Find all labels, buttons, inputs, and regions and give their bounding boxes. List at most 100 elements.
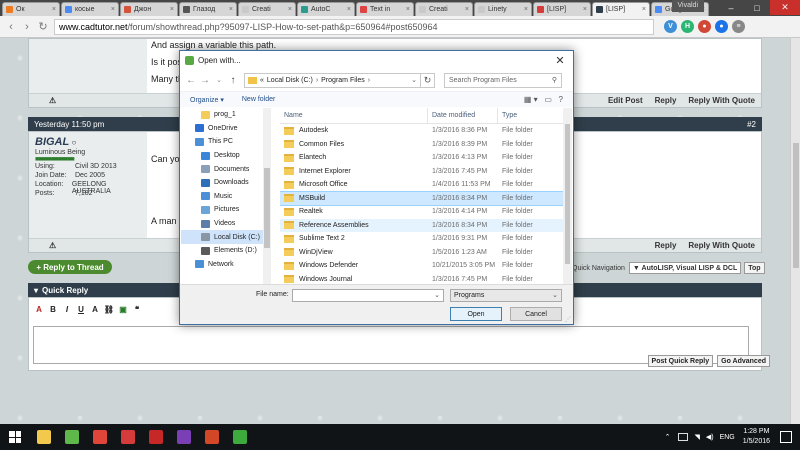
collapse-icon[interactable]: ▾: [34, 286, 38, 295]
nav-item-music[interactable]: Music: [181, 190, 271, 204]
refresh-icon[interactable]: ↻: [421, 72, 435, 88]
close-tab-icon[interactable]: ×: [581, 6, 587, 13]
browser-tab[interactable]: [LISP] ×: [592, 2, 650, 16]
list-item[interactable]: Realtek 1/3/2016 4:14 PM File folder: [280, 205, 565, 219]
organize-menu[interactable]: Organize ▾: [190, 96, 224, 104]
presentation-icon[interactable]: [198, 424, 226, 450]
nav-item-elements-d[interactable]: Elements (D:): [181, 244, 271, 258]
chevron-down-icon[interactable]: ⌄: [212, 76, 226, 84]
start-button[interactable]: [0, 424, 30, 450]
cancel-button[interactable]: Cancel: [510, 307, 562, 321]
list-item[interactable]: Internet Explorer 1/3/2016 7:45 PM File fo…: [280, 165, 565, 179]
close-tab-icon[interactable]: ×: [463, 6, 469, 13]
nav-item-videos[interactable]: Videos: [181, 217, 271, 231]
list-item[interactable]: Sublime Text 2 1/3/2016 9:31 PM File folde…: [280, 232, 565, 246]
new-folder-button[interactable]: New folder: [242, 96, 275, 103]
nav-item-this-pc[interactable]: This PC: [181, 135, 271, 149]
forward-arrow-icon[interactable]: →: [198, 75, 212, 86]
list-item[interactable]: Windows Journal 1/3/2016 7:45 PM File fold…: [280, 273, 565, 285]
list-item[interactable]: Common Files 1/3/2016 8:39 PM File folder: [280, 138, 565, 152]
close-tab-icon[interactable]: ×: [345, 6, 351, 13]
forward-arrow-icon[interactable]: ›: [20, 20, 34, 34]
close-tab-icon[interactable]: ×: [168, 6, 174, 13]
list-item[interactable]: Windows Defender 10/21/2015 3:05 PM File f…: [280, 259, 565, 273]
nav-item-pictures[interactable]: Pictures: [181, 203, 271, 217]
extension-h-icon[interactable]: H: [681, 20, 694, 33]
reply-with-quote-button[interactable]: Reply With Quote: [688, 96, 755, 105]
quick-reply-textarea[interactable]: [33, 326, 749, 364]
scrollbar-thumb[interactable]: [565, 124, 570, 264]
browser-tab[interactable]: косые ×: [61, 2, 119, 16]
top-button[interactable]: Top: [744, 262, 765, 274]
close-icon[interactable]: ✕: [552, 54, 568, 67]
forum-select[interactable]: ▼ AutoLISP, Visual LISP & DCL: [628, 262, 742, 274]
open-button[interactable]: Open: [450, 307, 502, 321]
nav-item-prog-1[interactable]: prog_1: [181, 108, 271, 122]
browser-tab[interactable]: Ок ×: [2, 2, 60, 16]
list-item[interactable]: Elantech 1/3/2016 4:13 PM File folder: [280, 151, 565, 165]
list-item[interactable]: Reference Assemblies 1/3/2016 8:34 PM File…: [280, 218, 565, 232]
column-date-modified[interactable]: Date modified: [428, 108, 498, 124]
show-hidden-icons-icon[interactable]: ⌃: [665, 433, 671, 441]
close-tab-icon[interactable]: ×: [522, 6, 528, 13]
close-tab-icon[interactable]: ×: [404, 6, 410, 13]
browser-tab[interactable]: Text in ×: [356, 2, 414, 16]
view-options-icon[interactable]: ▦ ▾ ▭ ?: [524, 95, 563, 104]
browser-tab[interactable]: Джон ×: [120, 2, 178, 16]
close-tab-icon[interactable]: ×: [286, 6, 292, 13]
font-icon[interactable]: A: [33, 303, 45, 315]
reload-icon[interactable]: ↻: [36, 20, 50, 34]
url-field[interactable]: www.cadtutor.net /forum/showthread.php?9…: [54, 18, 654, 35]
column-name[interactable]: Name: [280, 108, 428, 124]
edit-post-button[interactable]: Edit Post: [608, 96, 643, 105]
nav-item-downloads[interactable]: Downloads: [181, 176, 271, 190]
close-tab-icon[interactable]: ×: [50, 6, 56, 13]
close-tab-icon[interactable]: ×: [640, 6, 646, 13]
link-icon[interactable]: ⛓: [103, 303, 115, 315]
up-arrow-icon[interactable]: ↑: [226, 75, 240, 86]
reply-to-thread-button[interactable]: + Reply to Thread: [28, 260, 112, 274]
breadcrumb-program-files[interactable]: Program Files: [321, 77, 365, 84]
post-quick-reply-button[interactable]: Post Quick Reply: [647, 355, 714, 367]
file-list-scrollbar[interactable]: [563, 108, 572, 284]
close-tab-icon[interactable]: ×: [227, 6, 233, 13]
nav-item-network[interactable]: Network: [181, 258, 271, 272]
underline-icon[interactable]: U: [75, 303, 87, 315]
file-name-input[interactable]: ⌄: [292, 289, 444, 302]
battery-icon[interactable]: [678, 433, 689, 441]
close-tab-icon[interactable]: ×: [109, 6, 115, 13]
report-warning-icon[interactable]: ⚠: [49, 96, 56, 105]
go-advanced-button[interactable]: Go Advanced: [717, 355, 770, 367]
network-icon[interactable]: ◥: [694, 433, 699, 441]
list-item[interactable]: MSBuild 1/3/2016 8:34 PM File folder: [280, 190, 565, 206]
vivaldi-icon[interactable]: [114, 424, 142, 450]
report-warning-icon[interactable]: ⚠: [49, 241, 56, 250]
input-language[interactable]: ENG: [720, 434, 735, 441]
action-center-icon[interactable]: [780, 431, 792, 443]
navigation-scrollbar[interactable]: [263, 108, 271, 284]
username[interactable]: BIGAL: [35, 136, 69, 148]
clock[interactable]: 1:28 PM 1/5/2016: [743, 427, 770, 447]
scrollbar-thumb[interactable]: [793, 143, 799, 268]
reply-button[interactable]: Reply: [655, 96, 677, 105]
browser-tab[interactable]: Глазод ×: [179, 2, 237, 16]
list-item[interactable]: Autodesk 1/3/2016 8:36 PM File folder: [280, 124, 565, 138]
chevron-down-icon[interactable]: ⌄: [411, 76, 417, 84]
browser-tab[interactable]: Creati ×: [415, 2, 473, 16]
bold-icon[interactable]: B: [47, 303, 59, 315]
chrome-icon[interactable]: [86, 424, 114, 450]
breadcrumb-local-disk[interactable]: Local Disk (C:): [267, 77, 313, 84]
text-color-icon[interactable]: A: [89, 303, 101, 315]
autocad-icon[interactable]: [142, 424, 170, 450]
maximize-icon[interactable]: □: [744, 0, 770, 15]
column-type[interactable]: Type: [498, 108, 558, 124]
extension-v-icon[interactable]: V: [664, 20, 677, 33]
nav-item-onedrive[interactable]: OneDrive: [181, 122, 271, 136]
browser-tab[interactable]: Linety ×: [474, 2, 532, 16]
browser-tab[interactable]: [LISP] ×: [533, 2, 591, 16]
draw-app-icon[interactable]: [170, 424, 198, 450]
image-icon[interactable]: ▣: [117, 303, 129, 315]
post-number[interactable]: #2: [747, 120, 756, 129]
search-input[interactable]: Search Program Files ⚲: [444, 72, 562, 88]
back-arrow-icon[interactable]: ‹: [4, 20, 18, 34]
